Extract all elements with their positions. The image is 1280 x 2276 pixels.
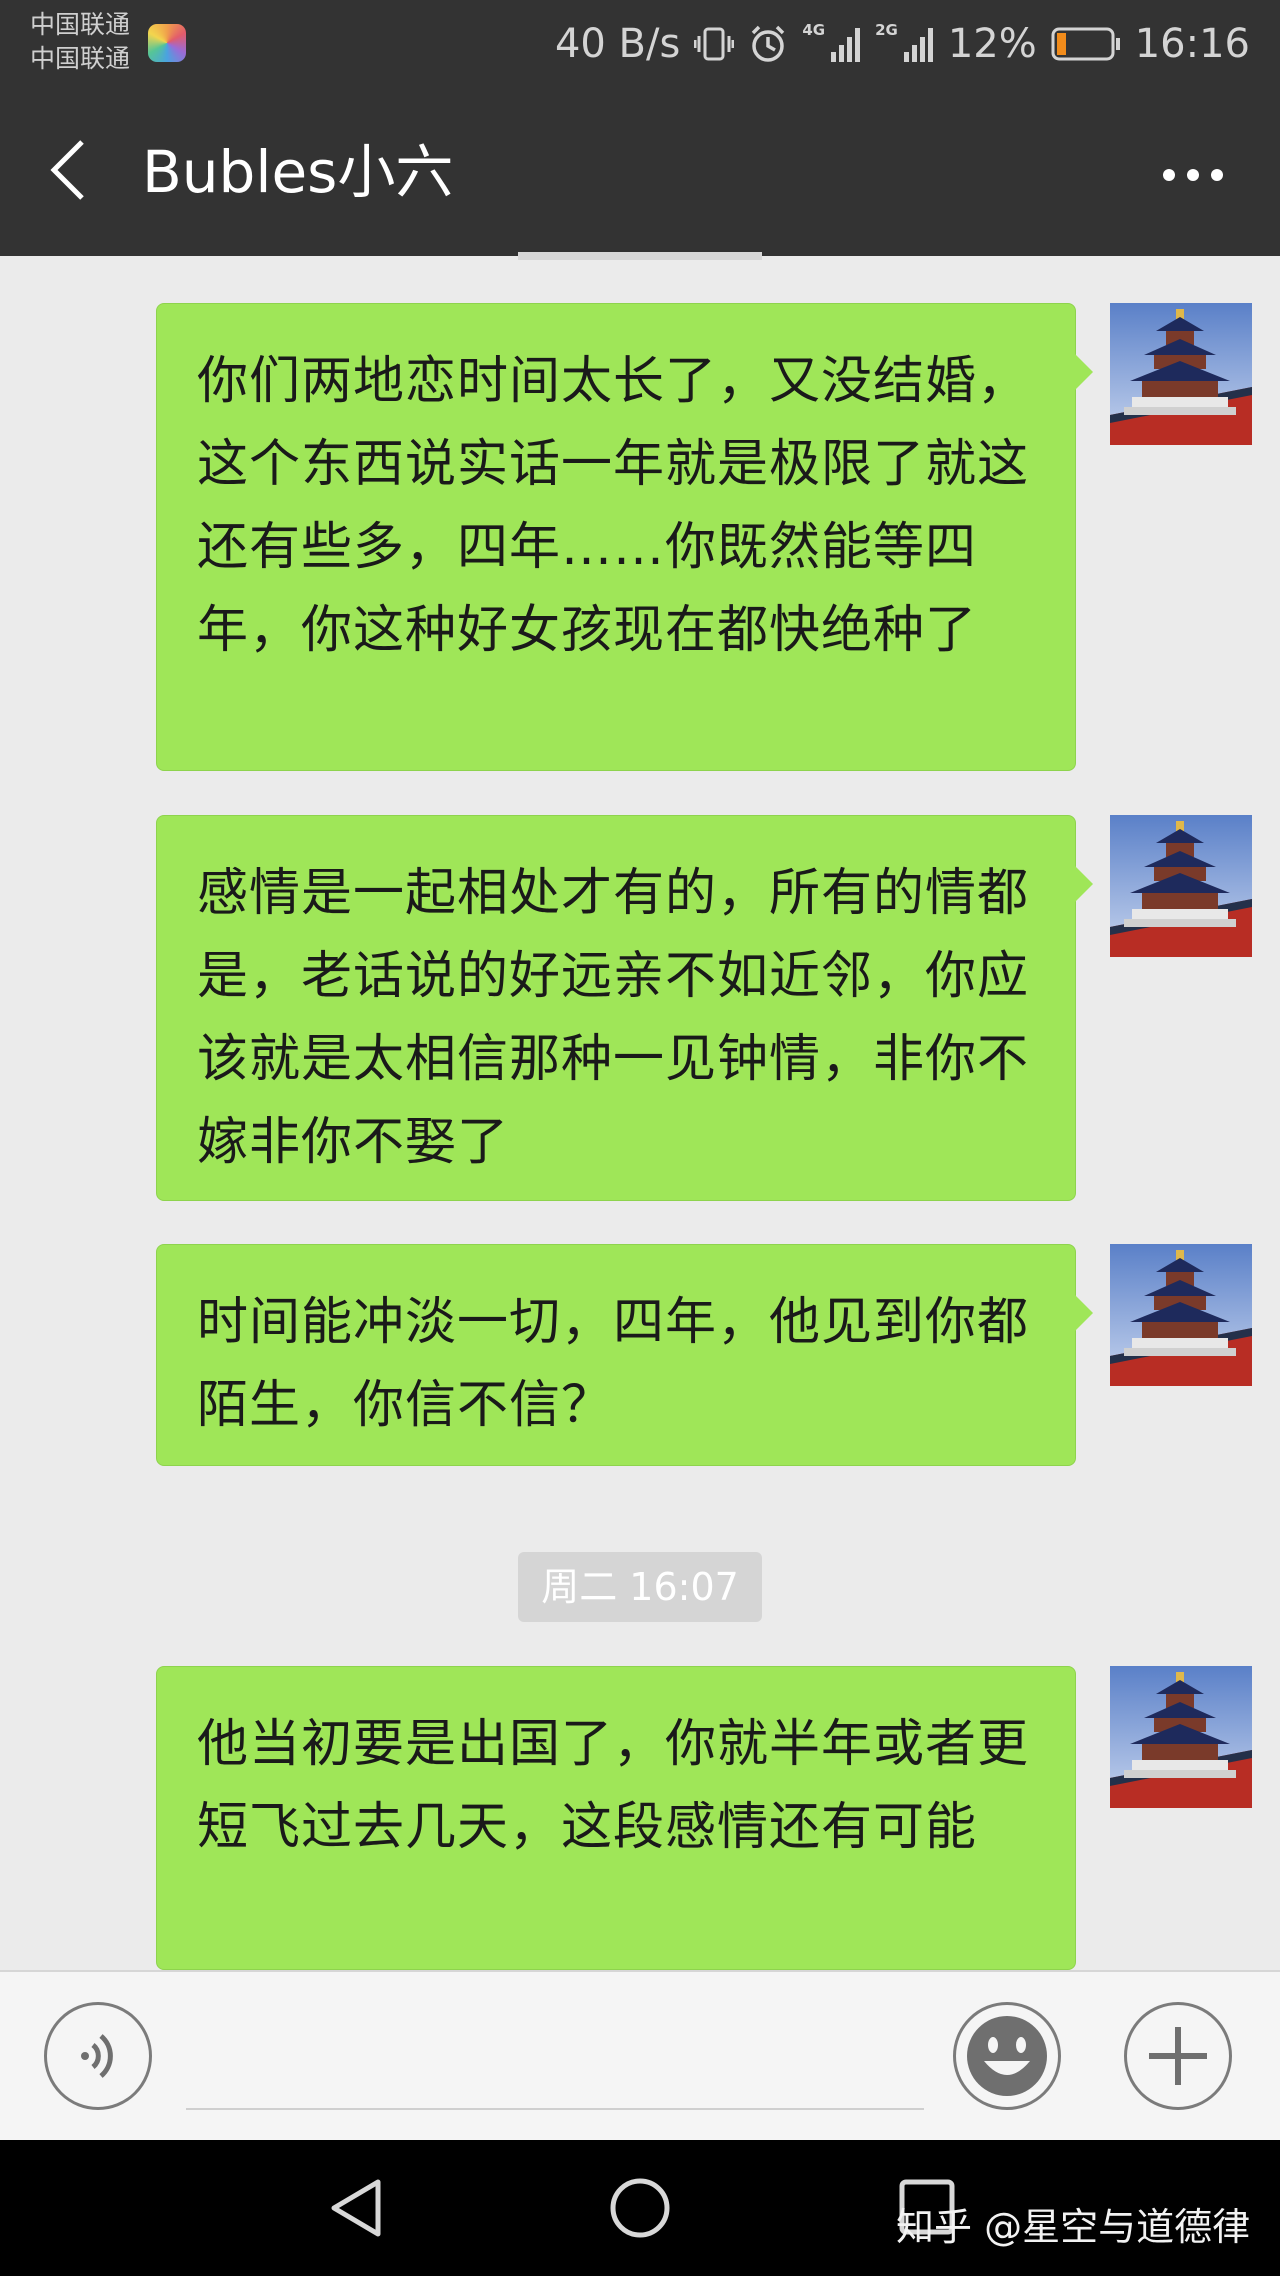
network-speed: 40 B/s <box>554 21 681 67</box>
alarm-icon <box>752 25 785 62</box>
avatar[interactable] <box>1110 303 1252 445</box>
voice-icon <box>81 2034 113 2078</box>
status-icons: 40 B/s 4G 2G 12% 16:16 <box>555 0 1250 88</box>
bubble-tail <box>1075 866 1093 902</box>
message-bubble[interactable]: 他当初要是出国了，你就半年或者更短飞过去几天，这段感情还有可能 <box>156 1666 1076 1970</box>
message-bubble[interactable]: 你们两地恋时间太长了，又没结婚，这个东西说实话一年就是极限了就这还有些多，四年…… <box>156 303 1093 771</box>
message-text: 你们两地恋时间太长了，又没结婚，这个东西说实话一年就是极限了就这还有些多，四年…… <box>197 352 1030 660</box>
chat-header: Bubles小六 <box>0 88 1280 256</box>
bubble-tail <box>1075 1295 1093 1331</box>
chat-title: Bubles小六 <box>142 138 454 206</box>
battery-percent: 12% <box>947 21 1037 67</box>
temple-avatar-icon <box>1110 1244 1252 1386</box>
voice-button[interactable] <box>44 2002 152 2110</box>
temple-avatar-icon <box>1110 303 1252 445</box>
input-bar <box>0 1970 1280 2142</box>
more-options-icon[interactable] <box>1162 168 1224 182</box>
message-text: 感情是一起相处才有的，所有的情都是，老话说的好远亲不如近邻，你应该就是太相信那种… <box>197 864 1030 1172</box>
emoji-button[interactable] <box>953 2002 1061 2110</box>
message-row: 感情是一起相处才有的，所有的情都是，老话说的好远亲不如近邻，你应该就是太相信那种… <box>156 815 1093 1201</box>
temple-avatar-icon <box>1110 1666 1252 1808</box>
timestamp-divider: 周二 16:07 <box>518 1552 762 1622</box>
app-notification-icon <box>148 24 186 62</box>
signal-4g-icon <box>831 28 861 62</box>
plus-icon <box>1149 2027 1207 2085</box>
previous-timestamp-edge <box>518 252 762 260</box>
emoji-icon <box>967 2016 1047 2096</box>
vibrate-icon <box>694 27 735 61</box>
message-row: 你们两地恋时间太长了，又没结婚，这个东西说实话一年就是极限了就这还有些多，四年…… <box>156 303 1093 771</box>
message-row: 他当初要是出国了，你就半年或者更短飞过去几天，这段感情还有可能 <box>156 1666 1076 1970</box>
watermark: 知乎 @星空与道德律 <box>896 2205 1251 2249</box>
back-arrow-icon[interactable] <box>46 138 90 202</box>
network-4g-label: 4G <box>802 21 826 39</box>
carrier-2: 中国联通 <box>30 44 131 73</box>
avatar[interactable] <box>1110 815 1252 957</box>
signal-2g-icon <box>903 28 933 62</box>
nav-back-icon[interactable] <box>326 2176 386 2240</box>
avatar[interactable] <box>1110 1666 1252 1808</box>
bubble-tail <box>1075 354 1093 390</box>
battery-icon <box>1051 27 1120 61</box>
message-text: 他当初要是出国了，你就半年或者更短飞过去几天，这段感情还有可能 <box>197 1715 1030 1857</box>
clock: 16:16 <box>1134 21 1250 67</box>
nav-home-icon[interactable] <box>608 2176 672 2240</box>
message-bubble[interactable]: 时间能冲淡一切，四年，他见到你都陌生，你信不信？ <box>156 1244 1093 1466</box>
message-bubble[interactable]: 感情是一起相处才有的，所有的情都是，老话说的好远亲不如近邻，你应该就是太相信那种… <box>156 815 1093 1201</box>
carrier-1: 中国联通 <box>30 10 131 39</box>
message-text: 时间能冲淡一切，四年，他见到你都陌生，你信不信？ <box>197 1293 1030 1435</box>
temple-avatar-icon <box>1110 815 1252 957</box>
network-2g-label: 2G <box>875 21 898 39</box>
plus-button[interactable] <box>1124 2002 1232 2110</box>
message-input[interactable] <box>186 2108 924 2110</box>
bubble-tail <box>1075 1717 1076 1753</box>
avatar[interactable] <box>1110 1244 1252 1386</box>
message-row: 时间能冲淡一切，四年，他见到你都陌生，你信不信？ <box>156 1244 1093 1466</box>
status-bar: 中国联通 中国联通 40 B/s 4G 2G 12% 16:16 <box>0 0 1280 88</box>
carrier-info: 中国联通 中国联通 <box>30 8 130 76</box>
